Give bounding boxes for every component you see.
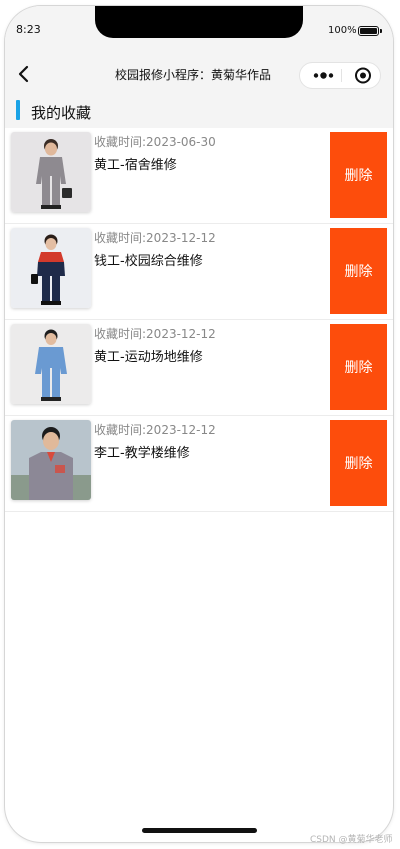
notch <box>95 6 303 38</box>
worker-photo <box>11 324 91 404</box>
favorite-item[interactable]: 收藏时间:2023-12-12 李工-教学楼维修 删除 <box>5 416 393 512</box>
delete-button[interactable]: 删除 <box>330 324 387 410</box>
favorites-list: 收藏时间:2023-06-30 黄工-宿舍维修 删除 收藏时间:2023-12-… <box>5 128 393 512</box>
worker-name: 钱工-校园综合维修 <box>94 254 203 269</box>
chevron-left-icon <box>18 65 29 83</box>
worker-name: 李工-教学楼维修 <box>94 446 190 461</box>
worker-photo <box>11 228 91 308</box>
favorite-item[interactable]: 收藏时间:2023-12-12 黄工-运动场地维修 删除 <box>5 320 393 416</box>
favorite-time: 收藏时间:2023-12-12 <box>94 423 216 437</box>
favorite-item[interactable]: 收藏时间:2023-06-30 黄工-宿舍维修 删除 <box>5 128 393 224</box>
favorite-time: 收藏时间:2023-12-12 <box>94 327 216 341</box>
battery-percent: 100% <box>328 25 357 36</box>
more-dots-icon <box>313 72 334 79</box>
capsule-divider <box>341 69 342 82</box>
battery-icon <box>358 26 382 36</box>
worker-name: 黄工-运动场地维修 <box>94 350 203 365</box>
back-button[interactable] <box>14 64 34 84</box>
more-button[interactable] <box>308 63 342 88</box>
watermark: CSDN @黄菊华老师 <box>310 835 393 845</box>
nav-bar: 校园报修小程序：黄菊华作品 <box>5 52 393 96</box>
worker-name: 黄工-宿舍维修 <box>94 158 177 173</box>
favorite-item[interactable]: 收藏时间:2023-12-12 钱工-校园综合维修 删除 <box>5 224 393 320</box>
section-accent-bar <box>16 100 20 120</box>
delete-button[interactable]: 删除 <box>330 228 387 314</box>
section-header: 我的收藏 <box>5 96 393 128</box>
delete-button[interactable]: 删除 <box>330 132 387 218</box>
target-close-icon <box>355 67 371 84</box>
section-title: 我的收藏 <box>31 104 92 122</box>
phone-frame: 8:23 100% 校园报修小程序：黄菊华作品 我的收藏 收藏时间:2023-0… <box>5 6 393 842</box>
page-title: 校园报修小程序：黄菊华作品 <box>115 68 272 82</box>
home-indicator[interactable] <box>142 828 257 833</box>
delete-button[interactable]: 删除 <box>330 420 387 506</box>
worker-photo <box>11 420 91 500</box>
mini-program-capsule <box>299 62 381 89</box>
favorite-time: 收藏时间:2023-12-12 <box>94 231 216 245</box>
worker-photo <box>11 132 91 212</box>
status-time: 8:23 <box>16 23 41 36</box>
favorite-time: 收藏时间:2023-06-30 <box>94 135 216 149</box>
close-button[interactable] <box>347 63 380 88</box>
